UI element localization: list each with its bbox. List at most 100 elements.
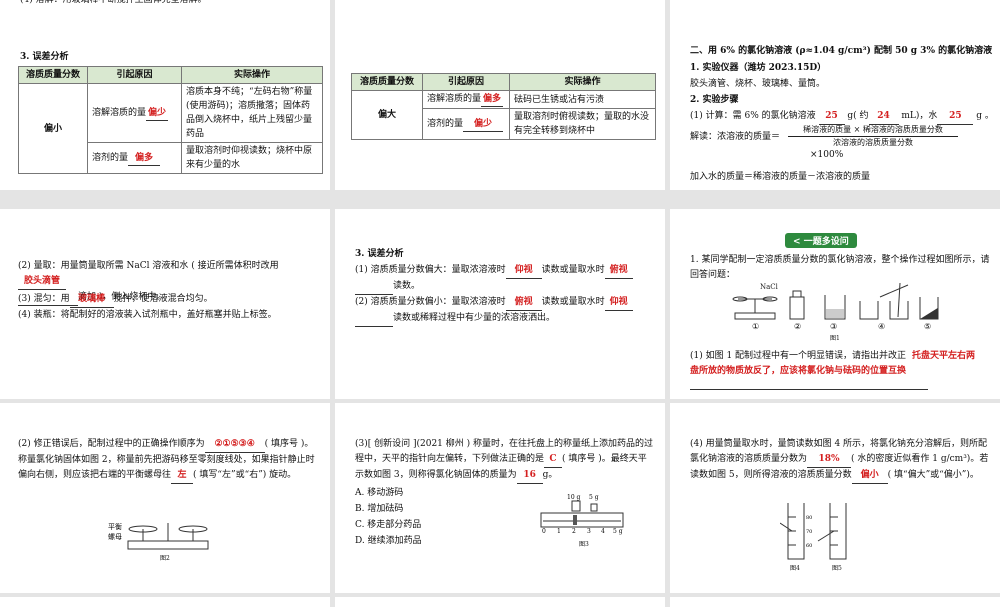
- table-header: 引起原因: [422, 73, 510, 91]
- instrument-list: 胶头滴管、烧杯、玻璃棒、量筒。: [690, 79, 826, 89]
- option-c[interactable]: C. 移走部分药品: [355, 518, 421, 533]
- balance-label: 螺母: [108, 532, 122, 541]
- cylinder-mark: 80: [806, 515, 812, 521]
- balance-label: 平衡: [108, 522, 122, 531]
- step-number: ①: [752, 322, 759, 331]
- dissolve-step-text: (4) 溶解：用玻璃棒不断搅拌至固体完全溶解。: [20, 0, 207, 5]
- answer-line: [690, 389, 928, 390]
- slide-partial: [335, 597, 665, 607]
- action-cell: 量取溶剂时仰视读数；烧杯中原来有少量的水: [181, 142, 323, 174]
- slide-partial: [670, 597, 1000, 607]
- fraction-numerator: 稀溶液的质量 × 稀溶液的溶质质量分数: [788, 124, 958, 137]
- step-text: 搅拌，使溶液混合均匀。: [113, 294, 213, 304]
- slide-measure-mix: (2) 量取：用量筒量取所需 NaCl 溶液和水 ( 接近所需体积时改用胶头滴管…: [0, 209, 330, 399]
- subquestion-2: (2) 修正错误后，配制过程中的正确操作顺序为 ②①⑤③④( 填序号 )。称量氯化…: [18, 437, 318, 484]
- answer-blank: 偏小: [851, 468, 888, 484]
- answer-blank: 25: [818, 109, 845, 125]
- item-text: (1) 溶质质量分数偏大：量取浓溶液时: [355, 265, 506, 275]
- figure-caption: 图1: [830, 335, 840, 342]
- step-number: ④: [878, 322, 885, 331]
- section-title: 二、用 6% 的氯化钠溶液 (ρ≈1.04 g/cm³) 配制 50 g 3% …: [690, 46, 993, 56]
- answer-blank: 仰视: [505, 263, 542, 279]
- answer-blank: C: [544, 452, 563, 468]
- item-text: 读数或量取水时: [541, 297, 605, 307]
- answer-blank: 16: [516, 468, 543, 484]
- balance-figure: 平衡 螺母: [108, 522, 209, 550]
- cylinder-mark: 60: [806, 543, 812, 549]
- subquestion-3: (3)[ 创新设问 ](2021 柳州 ) 称量时，在往托盘上的称量纸上添加药品…: [355, 437, 655, 484]
- question-text: (2) 修正错误后，配制过程中的正确操作顺序为: [18, 439, 205, 449]
- figure-caption: 图3: [579, 541, 589, 548]
- answer-blank: 24: [868, 109, 899, 125]
- scale-tick: 0: [542, 528, 546, 535]
- answer-1: 托盘天平左右两盘所放的物质放反了，应该将氯化钠与砝码的位置互换: [690, 351, 976, 376]
- error-table-large: 溶质质量分数 引起原因 实际操作 偏大 溶解溶质的量 偏多 砝码已生锈或沾有污渍 …: [351, 73, 656, 140]
- step-number: ③: [830, 322, 837, 331]
- mix-step: (3) 混匀：用 玻璃棒 搅拌，使溶液混合均匀。: [18, 292, 213, 308]
- group-cell: 偏大: [351, 90, 423, 140]
- table-header: 实际操作: [181, 66, 323, 84]
- step-heading: 2. 实验步骤: [690, 95, 739, 105]
- section-heading: 3. 误差分析: [20, 52, 69, 62]
- calc-text: (1) 计算：需 6% 的氯化钠溶液: [690, 111, 816, 121]
- answer-blank: 俯视: [604, 263, 633, 279]
- question-text: g。: [542, 470, 558, 480]
- option-a[interactable]: A. 移动游码: [355, 486, 403, 501]
- table-header: 引起原因: [87, 66, 182, 84]
- sight-line: [817, 530, 835, 542]
- cause-label: 溶剂的量: [427, 118, 464, 129]
- option-d[interactable]: D. 继续添加药品: [355, 534, 422, 549]
- action-cell: 砝码已生锈或沾有污渍: [509, 90, 656, 109]
- figure-caption: 图4: [790, 565, 800, 572]
- cause-label: 溶剂的量: [92, 152, 129, 163]
- sight-line: [780, 522, 793, 532]
- item-text: 读数或稀释过程中有少量的浓溶液洒出。: [393, 313, 556, 323]
- slide-partial: [0, 597, 330, 607]
- action-cell: 量取溶剂时俯视读数；量取的水没有完全转移到烧杯中: [509, 108, 656, 140]
- error-table-small: 溶质质量分数 引起原因 实际操作 偏小 溶解溶质的量 偏少 溶质本身不纯；“左码右…: [18, 66, 323, 174]
- answer-blank: 仰视: [604, 295, 633, 311]
- scale-tick: 3: [587, 528, 591, 535]
- answer-blank: 25: [937, 109, 974, 125]
- rider-icon: [573, 515, 577, 525]
- answer-blank: 胶头滴管: [18, 274, 66, 290]
- item-text: (2) 溶质质量分数偏小：量取浓溶液时: [355, 297, 506, 307]
- fraction-multiplier: ×100%: [810, 150, 844, 160]
- cylinder-mark: 70: [806, 529, 812, 535]
- answer-blank: 18%: [807, 452, 852, 468]
- cylinder-icon: [859, 284, 909, 320]
- question-text: ( 填“偏大”或“偏小”)。: [887, 470, 979, 480]
- answer-blank: 俯视: [505, 295, 542, 311]
- nacl-label: NaCl: [760, 283, 779, 291]
- fraction: 稀溶液的质量 × 稀溶液的溶质质量分数 浓溶液的溶质质量分数: [788, 124, 958, 149]
- scale-tick: 2: [572, 528, 576, 535]
- slide-question-3: (3)[ 创新设问 ](2021 柳州 ) 称量时，在往托盘上的称量纸上添加药品…: [335, 403, 665, 593]
- step-number: ②: [794, 322, 801, 331]
- table-header: 溶质质量分数: [351, 73, 423, 91]
- scale-tick: 1: [557, 528, 561, 535]
- scale-figure: 10 g 5 g 0 1 2 3 4 5 g: [540, 494, 624, 535]
- step-text: (2) 量取：用量筒量取所需 NaCl 溶液和水 ( 接近所需体积时改用: [18, 261, 279, 271]
- step-text: (3) 混匀：用: [18, 294, 70, 304]
- question-text: ( 填写“左”或“右”) 旋动。: [193, 470, 297, 480]
- balance-icon: [732, 296, 778, 320]
- answer-blank: 偏少: [463, 117, 504, 132]
- cause-label: 溶解溶质的量: [92, 107, 147, 118]
- beaker-icon: [824, 295, 846, 320]
- bottle-step: (4) 装瓶：将配制好的溶液装入试剂瓶中，盖好瓶塞并贴上标签。: [18, 310, 277, 320]
- answer-blank: 左: [171, 468, 194, 484]
- calc-line: (1) 计算：需 6% 的氯化钠溶液 25 g( 约 24 mL)，水 25 g 。: [690, 109, 994, 125]
- answer-blank: 偏多: [481, 92, 504, 107]
- answer-blank: 偏多: [128, 151, 161, 166]
- water-formula: 加入水的质量＝稀溶液的质量－浓溶液的质量: [690, 172, 871, 182]
- explain-label: 解读：浓溶液的质量＝: [690, 132, 781, 142]
- slide-error-analysis-solid: (4) 溶解：用玻璃棒不断搅拌至固体完全溶解。 3. 误差分析 溶质质量分数 引…: [0, 0, 330, 190]
- item-text: 读数。: [393, 281, 421, 291]
- subquestion-4: (4) 用量筒量取水时，量筒读数如图 4 所示，将氯化钠充分溶解后，则所配氯化钠…: [690, 437, 990, 484]
- option-b[interactable]: B. 增加砝码: [355, 502, 403, 517]
- slide-question-2: (2) 修正错误后，配制过程中的正确操作顺序为 ②①⑤③④( 填序号 )。称量氯化…: [0, 403, 330, 593]
- table-header: 实际操作: [509, 73, 656, 91]
- section-heading: 3. 误差分析: [355, 249, 404, 259]
- badge-label: 一题多设问: [803, 237, 849, 247]
- slide-question-1: < 一题多设问 1. 某同学配制一定溶质质量分数的氯化钠溶液，整个操作过程如图所…: [670, 209, 1000, 399]
